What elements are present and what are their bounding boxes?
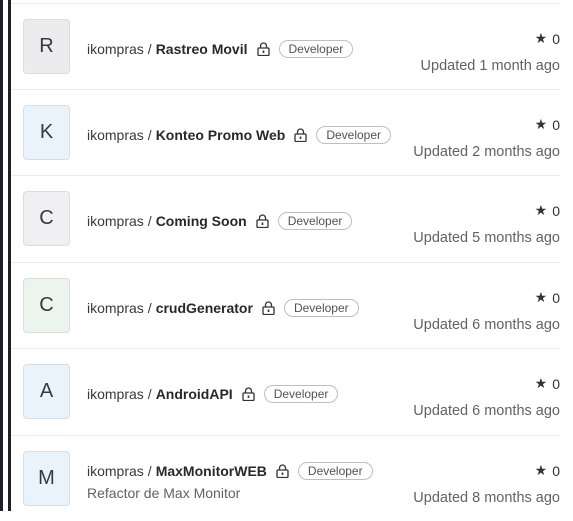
star-icon: ★ bbox=[534, 30, 548, 46]
lock-icon bbox=[262, 301, 275, 315]
lock-icon bbox=[256, 214, 269, 228]
path-separator: / bbox=[147, 386, 152, 402]
star-count-value: 0 bbox=[552, 30, 560, 47]
project-namespace-link[interactable]: ikompras bbox=[87, 300, 144, 316]
updated-time: Updated 1 month ago bbox=[420, 58, 560, 74]
project-row[interactable]: R ikompras / Rastreo Movil Developer ★ 0… bbox=[11, 3, 560, 89]
project-namespace-link[interactable]: ikompras bbox=[87, 213, 144, 229]
project-avatar[interactable]: K bbox=[23, 105, 70, 160]
project-avatar[interactable]: C bbox=[23, 191, 70, 246]
updated-time: Updated 6 months ago bbox=[413, 317, 560, 333]
star-icon: ★ bbox=[534, 375, 548, 391]
role-badge: Developer bbox=[283, 299, 359, 317]
project-avatar[interactable]: C bbox=[23, 278, 70, 333]
updated-time: Updated 8 months ago bbox=[413, 490, 560, 506]
lock-icon bbox=[276, 464, 289, 478]
project-title: ikompras / MaxMonitorWEB Developer bbox=[87, 462, 373, 480]
project-name-link[interactable]: AndroidAPI bbox=[156, 386, 233, 402]
project-namespace-link[interactable]: ikompras bbox=[87, 463, 144, 479]
updated-time: Updated 2 months ago bbox=[413, 144, 560, 160]
role-badge: Developer bbox=[316, 126, 392, 144]
avatar-letter: C bbox=[39, 207, 54, 229]
role-badge: Developer bbox=[278, 40, 354, 58]
avatar-letter: M bbox=[38, 467, 55, 489]
project-name-link[interactable]: Coming Soon bbox=[156, 213, 247, 229]
star-count[interactable]: ★ 0 bbox=[535, 116, 560, 133]
star-count-value: 0 bbox=[552, 202, 560, 219]
path-separator: / bbox=[147, 127, 152, 143]
lock-icon bbox=[256, 42, 270, 56]
lock-icon bbox=[294, 128, 307, 142]
role-badge: Developer bbox=[277, 212, 353, 230]
star-count[interactable]: ★ 0 bbox=[535, 202, 560, 219]
project-row[interactable]: K ikompras / Konteo Promo Web Developer … bbox=[11, 89, 560, 175]
avatar-letter: A bbox=[39, 380, 54, 402]
project-namespace-link[interactable]: ikompras bbox=[87, 41, 144, 57]
project-list: R ikompras / Rastreo Movil Developer ★ 0… bbox=[11, 0, 560, 511]
role-badge: Developer bbox=[297, 462, 373, 480]
project-title: ikompras / AndroidAPI Developer bbox=[87, 385, 339, 403]
star-icon: ★ bbox=[534, 202, 548, 218]
project-title: ikompras / Coming Soon Developer bbox=[87, 212, 353, 230]
project-avatar[interactable]: M bbox=[23, 451, 70, 506]
path-separator: / bbox=[147, 463, 152, 479]
lock-icon bbox=[242, 387, 255, 401]
project-title: ikompras / crudGenerator Developer bbox=[87, 299, 359, 317]
project-row[interactable]: C ikompras / Coming Soon Developer ★ 0 U… bbox=[11, 175, 560, 261]
avatar-letter: K bbox=[39, 121, 54, 143]
window-border bbox=[0, 0, 11, 511]
project-namespace-link[interactable]: ikompras bbox=[87, 127, 144, 143]
project-name-link[interactable]: Rastreo Movil bbox=[156, 41, 248, 57]
star-count[interactable]: ★ 0 bbox=[535, 289, 560, 306]
role-badge: Developer bbox=[263, 385, 339, 403]
project-name-link[interactable]: crudGenerator bbox=[156, 300, 253, 316]
star-count-value: 0 bbox=[552, 462, 560, 479]
updated-time: Updated 6 months ago bbox=[413, 403, 560, 419]
updated-time: Updated 5 months ago bbox=[413, 230, 560, 246]
project-row[interactable]: M ikompras / MaxMonitorWEB Developer Ref… bbox=[11, 435, 560, 521]
star-icon: ★ bbox=[534, 116, 548, 132]
star-icon: ★ bbox=[534, 289, 548, 305]
project-row[interactable]: C ikompras / crudGenerator Developer ★ 0… bbox=[11, 262, 560, 348]
project-avatar[interactable]: A bbox=[23, 364, 70, 419]
project-namespace-link[interactable]: ikompras bbox=[87, 386, 144, 402]
star-count[interactable]: ★ 0 bbox=[535, 30, 560, 47]
path-separator: / bbox=[147, 41, 152, 57]
project-title: ikompras / Konteo Promo Web Developer bbox=[87, 126, 392, 144]
star-count-value: 0 bbox=[552, 289, 560, 306]
path-separator: / bbox=[147, 213, 152, 229]
avatar-letter: C bbox=[39, 294, 54, 316]
project-name-link[interactable]: Konteo Promo Web bbox=[156, 127, 286, 143]
path-separator: / bbox=[147, 300, 152, 316]
star-count-value: 0 bbox=[552, 116, 560, 133]
project-avatar[interactable]: R bbox=[23, 19, 70, 74]
star-icon: ★ bbox=[534, 462, 548, 478]
project-description: Refactor de Max Monitor bbox=[87, 485, 241, 501]
star-count-value: 0 bbox=[552, 375, 560, 392]
star-count[interactable]: ★ 0 bbox=[535, 462, 560, 479]
avatar-letter: R bbox=[39, 35, 54, 57]
project-title: ikompras / Rastreo Movil Developer bbox=[87, 40, 354, 58]
project-name-link[interactable]: MaxMonitorWEB bbox=[156, 463, 267, 479]
star-count[interactable]: ★ 0 bbox=[535, 375, 560, 392]
project-row[interactable]: A ikompras / AndroidAPI Developer ★ 0 Up… bbox=[11, 348, 560, 434]
